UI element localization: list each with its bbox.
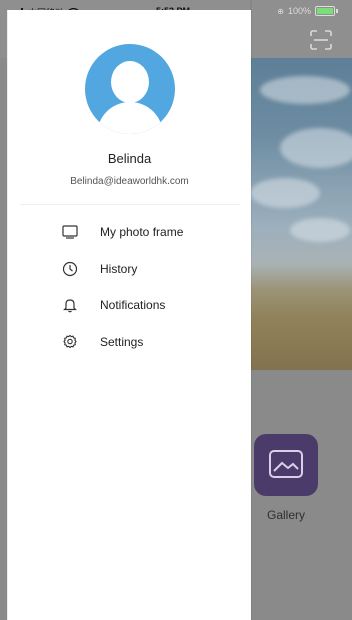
menu-item-notifications[interactable]: Notifications <box>8 287 251 324</box>
gallery-label: Gallery <box>266 508 305 522</box>
drawer-divider <box>20 204 240 205</box>
app-screen: Gallery 中国移动 5:53 PM <box>0 0 352 620</box>
avatar[interactable] <box>85 44 175 134</box>
drawer-menu: My photo frame History Notifications Set… <box>8 214 251 360</box>
monitor-icon <box>62 224 78 240</box>
menu-item-label: Settings <box>100 334 144 349</box>
user-email: Belinda@ideaworldhk.com <box>70 176 189 187</box>
scan-icon[interactable] <box>310 30 332 50</box>
status-right: ⊕ 100% <box>277 6 338 16</box>
clock-icon <box>62 261 78 277</box>
alarm-icon: ⊕ <box>277 6 284 16</box>
bell-icon <box>62 297 78 313</box>
battery-tip <box>336 9 338 13</box>
menu-item-label: My photo frame <box>100 225 184 240</box>
user-name: Belinda <box>107 151 152 166</box>
menu-item-settings[interactable]: Settings <box>8 324 251 361</box>
gallery-icon <box>268 449 304 484</box>
navigation-drawer: Belinda Belinda@ideaworldhk.com My photo… <box>7 10 251 620</box>
background-photo <box>250 58 352 370</box>
gallery-tile[interactable] <box>254 434 318 496</box>
menu-item-label: Notifications <box>100 298 166 313</box>
avatar-head <box>111 61 149 103</box>
avatar-body <box>97 102 163 134</box>
menu-item-label: History <box>100 261 138 276</box>
menu-item-history[interactable]: History <box>8 251 251 288</box>
menu-item-my-photo-frame[interactable]: My photo frame <box>8 214 251 251</box>
gear-icon <box>62 334 78 350</box>
battery-percent: 100% <box>287 6 311 16</box>
battery-icon <box>315 6 335 16</box>
